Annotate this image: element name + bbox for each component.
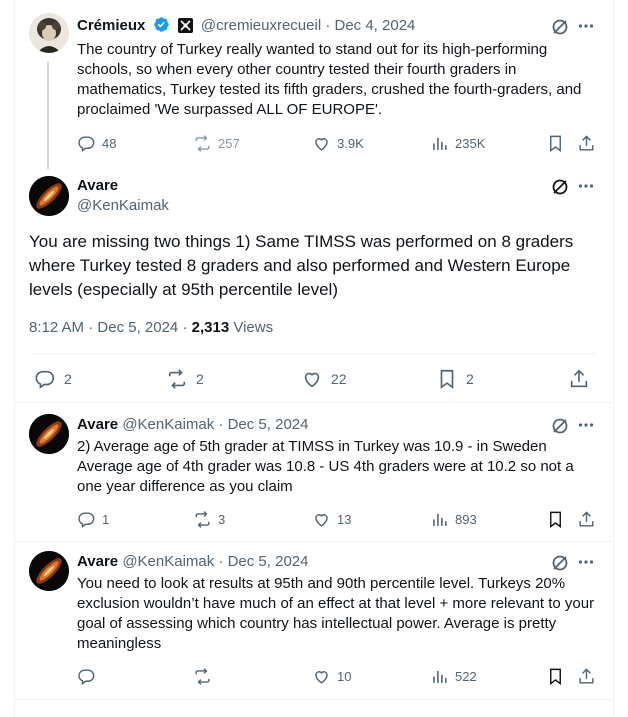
views-button[interactable]: 893 <box>430 510 477 529</box>
reply-count: 2 <box>64 371 72 387</box>
avare-avatar[interactable] <box>29 176 69 216</box>
reply-button[interactable]: 2 <box>34 368 72 390</box>
more-options-icon[interactable] <box>578 554 594 575</box>
repost-icon <box>195 135 210 152</box>
divider <box>15 699 612 700</box>
separator-dot: · <box>218 416 224 433</box>
tweet-text: You need to look at results at 95th and … <box>77 575 595 652</box>
tweet-date[interactable]: Dec 5, 2024 <box>97 319 178 336</box>
main-tweet-meta: 8:12 AM · Dec 5, 2024 · 2,313 Views <box>29 318 273 338</box>
grok-icon[interactable] <box>550 177 570 202</box>
share-icon[interactable] <box>577 134 596 158</box>
thread-connector <box>47 62 49 169</box>
more-options-icon[interactable] <box>578 178 594 199</box>
separator-dot: · <box>218 553 224 570</box>
view-count: 522 <box>455 669 477 684</box>
author-name[interactable]: Crémieux <box>77 17 145 34</box>
view-count: 235K <box>455 136 486 151</box>
bookmark-icon[interactable] <box>546 510 565 534</box>
more-options-icon[interactable] <box>578 417 594 438</box>
like-count: 13 <box>337 512 352 527</box>
divider <box>15 402 612 403</box>
bookmark-button[interactable]: 2 <box>436 368 474 390</box>
separator-dot: · <box>182 319 188 336</box>
bookmark-icon[interactable] <box>546 667 565 691</box>
like-button[interactable]: 13 <box>312 510 351 529</box>
analytics-icon <box>433 137 447 150</box>
view-count: 893 <box>455 512 477 527</box>
reply-icon <box>78 136 95 153</box>
separator-dot: · <box>88 319 94 336</box>
cremieux-avatar[interactable] <box>29 13 69 53</box>
heart-icon <box>315 138 328 151</box>
tweet-date[interactable]: Dec 4, 2024 <box>335 17 416 34</box>
more-options-icon[interactable] <box>578 18 594 39</box>
views-count: 2,313 <box>191 319 230 336</box>
share-icon[interactable] <box>577 667 596 691</box>
tweet-date[interactable]: Dec 5, 2024 <box>228 553 309 570</box>
repost-button[interactable]: 257 <box>193 134 240 153</box>
author-name[interactable]: Avare <box>77 553 118 570</box>
author-handle[interactable]: @cremieuxrecueil <box>201 17 321 34</box>
tweet-time[interactable]: 8:12 AM <box>29 319 84 336</box>
like-button[interactable]: 22 <box>301 368 347 390</box>
like-button[interactable]: 10 <box>312 667 351 686</box>
like-count: 3.9K <box>337 136 364 151</box>
reply-button[interactable]: 48 <box>77 134 116 153</box>
like-button[interactable]: 3.9K <box>312 134 364 153</box>
verified-badge-icon <box>153 16 170 39</box>
repost-count: 257 <box>218 136 240 151</box>
analytics-icon <box>433 670 447 683</box>
analytics-icon <box>433 513 447 526</box>
reply1-header: Avare @KenKaimak · Dec 5, 2024 <box>77 415 308 435</box>
repost-count: 3 <box>218 512 226 527</box>
separator-dot: · <box>325 17 331 34</box>
heart-icon <box>315 671 328 684</box>
affiliation-badge-icon <box>177 18 193 33</box>
repost-icon <box>195 668 210 685</box>
views-label: Views <box>233 319 274 336</box>
main-author-name[interactable]: Avare <box>77 176 118 196</box>
divider <box>15 541 612 542</box>
heart-icon <box>304 372 320 388</box>
reply-button[interactable] <box>77 667 96 686</box>
views-button[interactable]: 235K <box>430 134 485 153</box>
share-icon[interactable] <box>577 510 596 534</box>
reply-count: 48 <box>102 136 117 151</box>
tweet-date[interactable]: Dec 5, 2024 <box>228 416 309 433</box>
bookmark-icon <box>440 369 454 389</box>
tweet-text: The country of Turkey really wanted to s… <box>77 41 582 118</box>
reply-count: 1 <box>102 512 110 527</box>
tweet-text: 2) Average age of 5th grader at TIMSS in… <box>77 438 574 495</box>
views-button[interactable]: 522 <box>430 667 477 686</box>
author-handle[interactable]: @KenKaimak <box>122 416 214 433</box>
reply-icon <box>78 669 95 686</box>
divider <box>30 353 596 354</box>
reply-button[interactable]: 1 <box>77 510 109 529</box>
reply-icon <box>35 370 55 389</box>
bookmark-icon[interactable] <box>546 134 565 158</box>
repost-button[interactable]: 3 <box>193 510 225 529</box>
avare-avatar[interactable] <box>29 414 69 454</box>
main-author-handle[interactable]: @KenKaimak <box>77 196 169 216</box>
main-tweet-text: You are missing two things 1) Same TIMSS… <box>29 232 574 299</box>
repost-icon <box>195 511 210 528</box>
author-name[interactable]: Avare <box>77 177 118 194</box>
share-icon[interactable] <box>568 368 590 395</box>
avare-avatar[interactable] <box>29 551 69 591</box>
like-count: 10 <box>337 669 352 684</box>
author-handle[interactable]: @KenKaimak <box>122 553 214 570</box>
heart-icon <box>315 514 328 527</box>
reply-icon <box>78 512 95 529</box>
like-count: 22 <box>331 371 347 387</box>
repost-button[interactable] <box>193 667 212 686</box>
repost-button[interactable]: 2 <box>166 368 204 390</box>
author-name[interactable]: Avare <box>77 416 118 433</box>
repost-count: 2 <box>196 371 204 387</box>
reply2-header: Avare @KenKaimak · Dec 5, 2024 <box>77 552 308 572</box>
repost-icon <box>168 369 186 389</box>
bookmark-count: 2 <box>466 371 474 387</box>
cremieux-header: Crémieux @cremieuxrecueil · Dec 4, 2024 <box>77 16 415 39</box>
grok-icon[interactable] <box>550 17 570 42</box>
